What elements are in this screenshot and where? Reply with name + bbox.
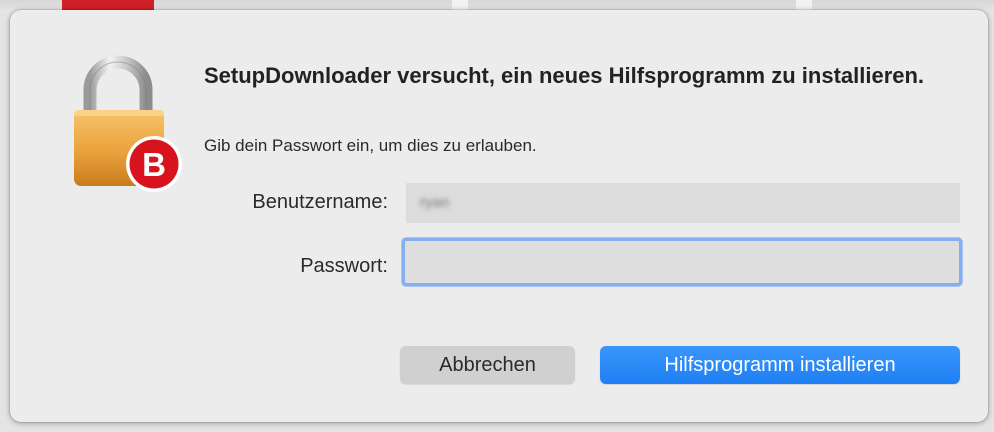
- authorization-dialog: B SetupDownloader versucht, ein neues Hi…: [10, 10, 988, 422]
- cancel-button[interactable]: Abbrechen: [400, 346, 575, 384]
- lock-badge-letter: B: [142, 146, 166, 183]
- password-label: Passwort:: [300, 255, 388, 277]
- password-field[interactable]: [402, 238, 962, 286]
- username-field[interactable]: ryan: [406, 183, 960, 223]
- dialog-title: SetupDownloader versucht, ein neues Hilf…: [204, 63, 925, 88]
- username-value: ryan: [420, 194, 450, 211]
- lock-icon: B: [74, 55, 182, 192]
- username-label: Benutzername:: [252, 191, 388, 213]
- background-window-control: [796, 0, 812, 10]
- install-helper-button[interactable]: Hilfsprogramm installieren: [600, 346, 960, 384]
- background-window-control: [452, 0, 468, 10]
- dialog-subtitle: Gib dein Passwort ein, um dies zu erlaub…: [204, 136, 537, 155]
